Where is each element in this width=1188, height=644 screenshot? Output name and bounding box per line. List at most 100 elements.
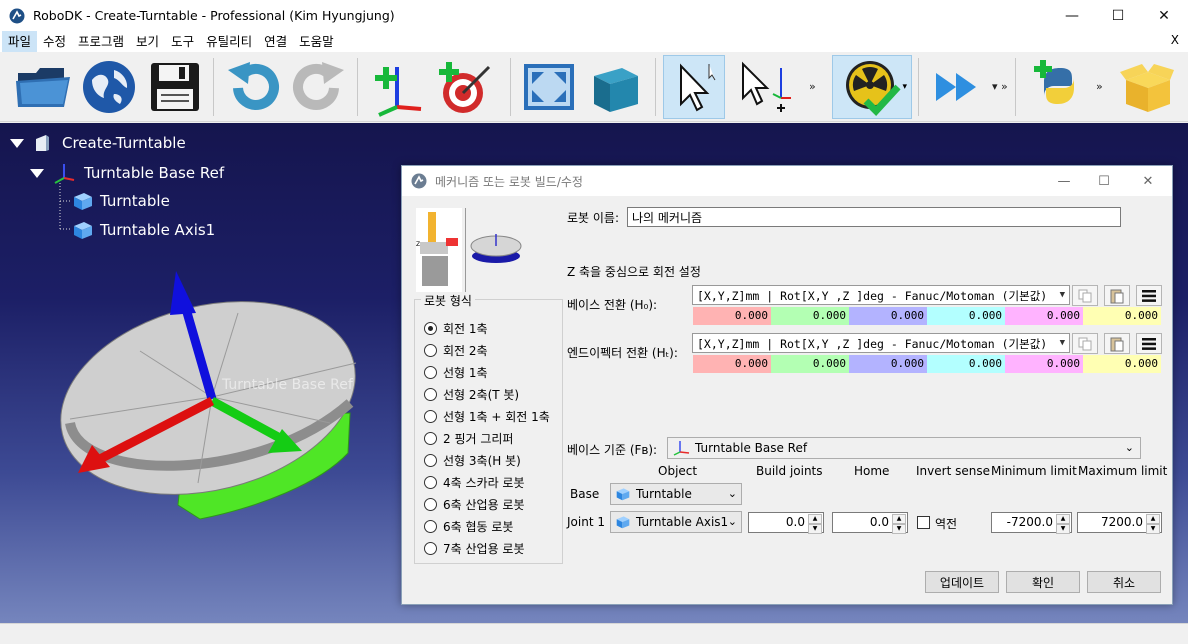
tool-menu-button[interactable] <box>1136 333 1162 354</box>
spin-up-icon[interactable]: ▲ <box>808 514 822 524</box>
collision-dropdown-icon[interactable]: ▾ <box>902 82 907 92</box>
spin-arrows[interactable]: ▲ ▼ <box>1146 514 1160 534</box>
copy-tool-button[interactable] <box>1072 333 1098 354</box>
tool-value-rx[interactable]: 0.000 <box>927 355 1005 373</box>
undo-button[interactable] <box>222 55 284 119</box>
joint1-min-spinbox[interactable]: -7200.0 ▲ ▼ <box>991 512 1072 534</box>
radio[interactable] <box>424 498 437 511</box>
tree-item-turntable-axis1[interactable]: Turntable Axis1 <box>72 220 215 240</box>
radio[interactable] <box>424 410 437 423</box>
minimize-button[interactable]: — <box>1049 0 1095 31</box>
move-reference-button[interactable] <box>733 55 795 119</box>
open-folder-button[interactable] <box>12 55 74 119</box>
add-target-button[interactable] <box>432 55 494 119</box>
tree-expand-icon[interactable] <box>30 168 44 178</box>
radio[interactable] <box>424 454 437 467</box>
robot-type-option[interactable]: 선형 2축(T 봇) <box>424 386 519 403</box>
close-button[interactable]: ✕ <box>1141 0 1187 31</box>
robot-name-input[interactable]: 나의 메커니즘 <box>627 207 1121 227</box>
copy-base-button[interactable] <box>1072 285 1098 306</box>
base-frame-select[interactable]: Turntable Base Ref ⌄ <box>667 437 1141 459</box>
menu-program[interactable]: 프로그램 <box>72 31 130 52</box>
tool-value-x[interactable]: 0.000 <box>693 355 771 373</box>
tree-item-base-ref[interactable]: Turntable Base Ref <box>30 162 224 184</box>
tree-item-station[interactable]: Create-Turntable <box>10 133 186 153</box>
dialog-minimize-button[interactable]: — <box>1044 166 1084 196</box>
package-button[interactable] <box>1116 55 1178 119</box>
base-object-select[interactable]: Turntable ⌄ <box>610 483 742 505</box>
robot-type-option[interactable]: 선형 1축 <box>424 364 488 381</box>
fit-all-button[interactable] <box>518 55 580 119</box>
check-collisions-button[interactable]: ▾ <box>832 55 912 119</box>
dialog-maximize-button[interactable]: ☐ <box>1084 166 1124 196</box>
menu-tools[interactable]: 도구 <box>165 31 200 52</box>
robot-type-option[interactable]: 2 핑거 그리퍼 <box>424 430 513 447</box>
paste-tool-button[interactable] <box>1104 333 1130 354</box>
redo-button[interactable] <box>288 55 350 119</box>
robot-type-option[interactable]: 4축 스카라 로봇 <box>424 474 525 491</box>
menu-file[interactable]: 파일 <box>2 31 38 52</box>
dialog-close-button[interactable]: ✕ <box>1128 166 1168 196</box>
joint1-object-select[interactable]: Turntable Axis1 ⌄ <box>610 511 742 533</box>
run-dropdown-icon[interactable]: ▾ » <box>992 80 1008 93</box>
joint1-home-spinbox[interactable]: 0.0 ▲ ▼ <box>832 512 908 534</box>
tool-value-rz[interactable]: 0.000 <box>1083 355 1161 373</box>
robot-type-option[interactable]: 선형 1축 + 회전 1축 <box>424 408 550 425</box>
menu-connect[interactable]: 연결 <box>258 31 293 52</box>
base-menu-button[interactable] <box>1136 285 1162 306</box>
robot-type-option[interactable]: 선형 3축(H 봇) <box>424 452 521 469</box>
tool-value-ry[interactable]: 0.000 <box>1005 355 1083 373</box>
spin-arrows[interactable]: ▲ ▼ <box>1056 514 1070 534</box>
tree-item-turntable[interactable]: Turntable <box>72 191 170 211</box>
add-reference-frame-button[interactable] <box>366 55 428 119</box>
base-value-rx[interactable]: 0.000 <box>927 307 1005 325</box>
base-value-x[interactable]: 0.000 <box>693 307 771 325</box>
spin-arrows[interactable]: ▲ ▼ <box>892 514 906 534</box>
cancel-button[interactable]: 취소 <box>1087 571 1161 593</box>
base-value-z[interactable]: 0.000 <box>849 307 927 325</box>
spin-down-icon[interactable]: ▼ <box>1056 524 1070 534</box>
radio[interactable] <box>424 520 437 533</box>
menu-edit[interactable]: 수정 <box>37 31 72 52</box>
menu-help[interactable]: 도움말 <box>293 31 340 52</box>
menu-utilities[interactable]: 유틸리티 <box>200 31 258 52</box>
save-button[interactable] <box>144 55 206 119</box>
spin-arrows[interactable]: ▲ ▼ <box>808 514 822 534</box>
radio[interactable] <box>424 366 437 379</box>
online-library-button[interactable] <box>78 55 140 119</box>
spin-down-icon[interactable]: ▼ <box>892 524 906 534</box>
radio[interactable] <box>424 542 437 555</box>
base-value-rz[interactable]: 0.000 <box>1083 307 1161 325</box>
robot-type-option[interactable]: 7축 산업용 로봇 <box>424 540 525 557</box>
spin-down-icon[interactable]: ▼ <box>1146 524 1160 534</box>
joint1-max-spinbox[interactable]: 7200.0 ▲ ▼ <box>1077 512 1162 534</box>
add-python-program-button[interactable] <box>1028 55 1090 119</box>
ok-button[interactable]: 확인 <box>1006 571 1080 593</box>
base-transform-format-select[interactable]: [X,Y,Z]mm | Rot[X,Y ,Z ]deg - Fanuc/Moto… <box>692 285 1070 305</box>
radio-selected[interactable] <box>424 322 437 335</box>
paste-base-button[interactable] <box>1104 285 1130 306</box>
spin-up-icon[interactable]: ▲ <box>1056 514 1070 524</box>
spin-up-icon[interactable]: ▲ <box>892 514 906 524</box>
select-button[interactable] <box>663 55 725 119</box>
iso-view-button[interactable] <box>584 55 646 119</box>
robot-type-option[interactable]: 6축 협동 로봇 <box>424 518 513 535</box>
tool-value-z[interactable]: 0.000 <box>849 355 927 373</box>
menu-close-button[interactable]: X <box>1171 33 1179 47</box>
radio[interactable] <box>424 432 437 445</box>
radio[interactable] <box>424 388 437 401</box>
toolbar-overflow-1[interactable]: » <box>809 80 816 93</box>
tool-transform-format-select[interactable]: [X,Y,Z]mm | Rot[X,Y ,Z ]deg - Fanuc/Moto… <box>692 333 1070 353</box>
tree-expand-icon[interactable] <box>10 138 24 148</box>
run-program-button[interactable] <box>926 55 988 119</box>
radio[interactable] <box>424 476 437 489</box>
toolbar-overflow-2[interactable]: » <box>1096 80 1103 93</box>
radio[interactable] <box>424 344 437 357</box>
joint1-invert-checkbox[interactable] <box>917 516 930 529</box>
robot-type-option[interactable]: 6축 산업용 로봇 <box>424 496 525 513</box>
menu-view[interactable]: 보기 <box>130 31 165 52</box>
robot-type-option[interactable]: 회전 1축 <box>424 320 488 337</box>
tool-value-y[interactable]: 0.000 <box>771 355 849 373</box>
update-button[interactable]: 업데이트 <box>925 571 999 593</box>
base-value-y[interactable]: 0.000 <box>771 307 849 325</box>
